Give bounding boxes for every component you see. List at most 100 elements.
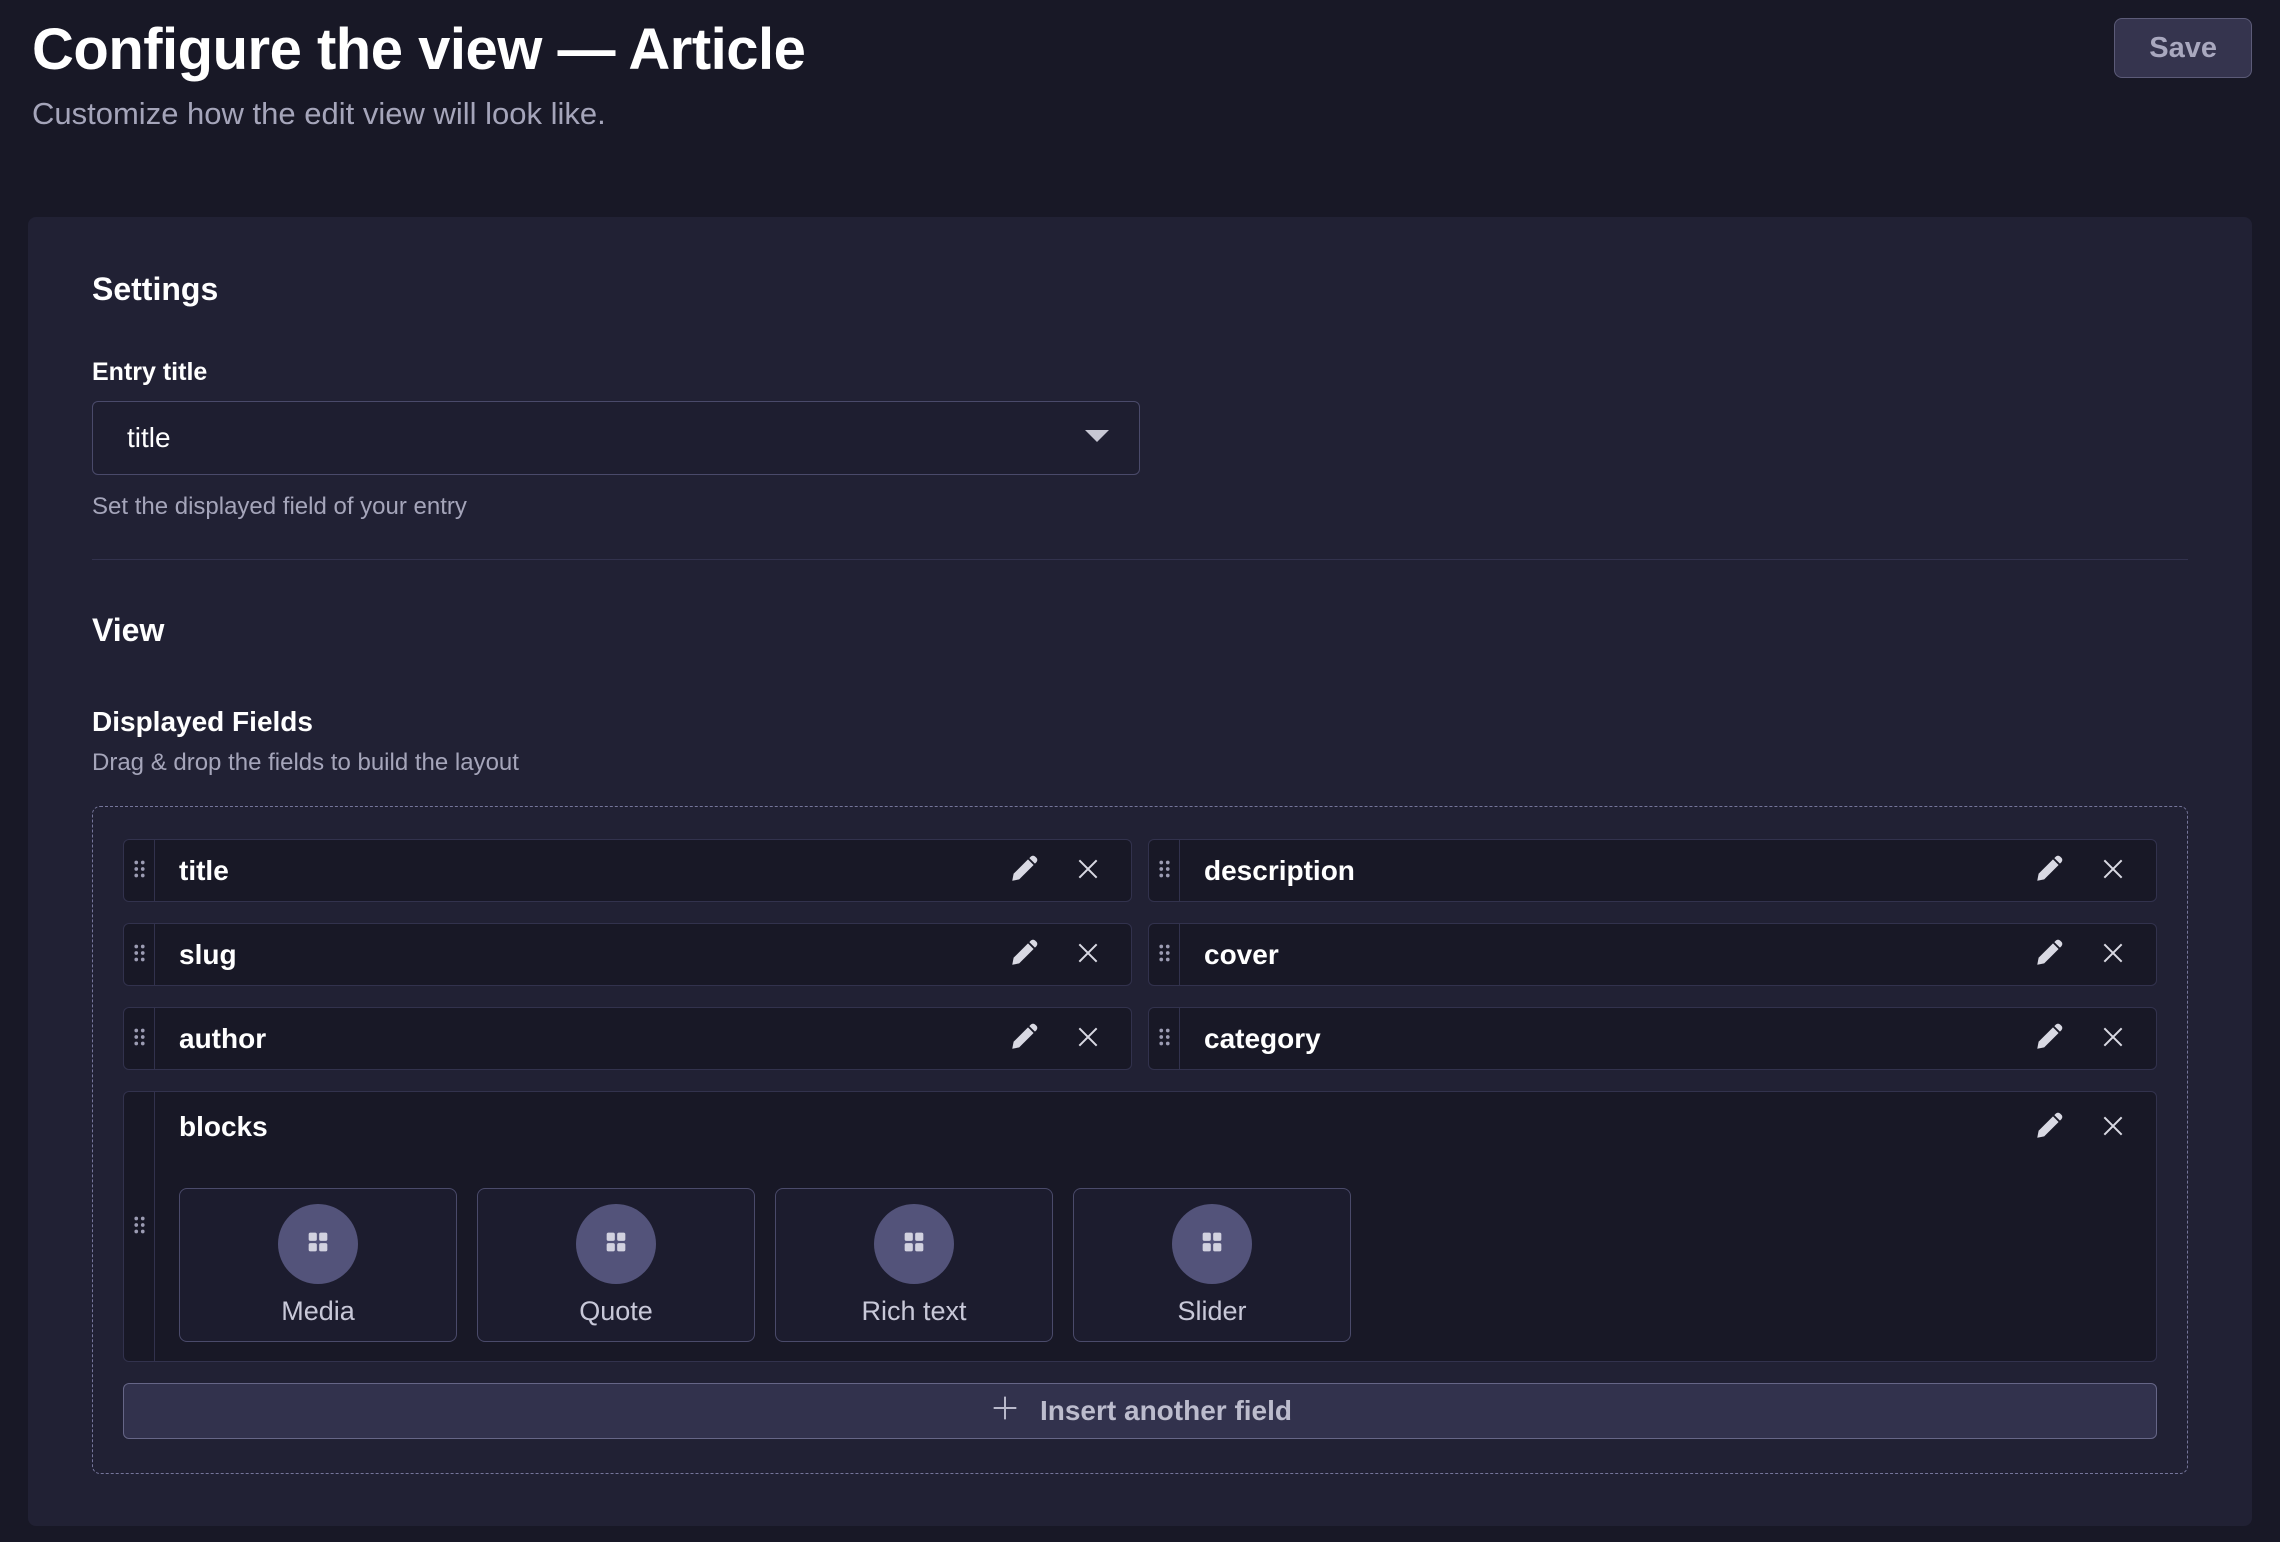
insert-another-field-label: Insert another field bbox=[1040, 1395, 1292, 1427]
drag-dots-icon bbox=[1158, 1026, 1171, 1051]
pencil-icon bbox=[2033, 1110, 2065, 1145]
component-tile-label: Rich text bbox=[861, 1296, 966, 1327]
close-icon bbox=[2097, 1110, 2129, 1145]
drag-dots-icon bbox=[133, 858, 146, 883]
drag-handle[interactable] bbox=[124, 840, 155, 901]
page-subtitle: Customize how the edit view will look li… bbox=[32, 96, 805, 132]
insert-another-field-button[interactable]: Insert another field bbox=[123, 1383, 2157, 1439]
close-icon bbox=[2097, 937, 2129, 972]
field-card: description bbox=[1148, 839, 2157, 902]
close-icon bbox=[1072, 1021, 1104, 1056]
field-name: description bbox=[1204, 855, 2030, 887]
field-actions bbox=[2030, 1008, 2156, 1069]
field-card: title bbox=[123, 839, 1132, 902]
component-tile-label: Media bbox=[281, 1296, 355, 1327]
blocks-content: blocks Media Quote bbox=[155, 1092, 2156, 1361]
drag-handle[interactable] bbox=[1149, 840, 1180, 901]
edit-field-button[interactable] bbox=[2030, 1108, 2068, 1146]
drag-dots-icon bbox=[1158, 858, 1171, 883]
field-actions bbox=[2030, 1108, 2132, 1146]
edit-field-button[interactable] bbox=[1005, 852, 1043, 890]
drag-dots-icon bbox=[133, 1214, 146, 1239]
field-actions bbox=[1005, 1008, 1131, 1069]
entry-title-select-value: title bbox=[127, 422, 171, 454]
component-tile-label: Quote bbox=[579, 1296, 653, 1327]
fields-dropzone: title description bbox=[92, 806, 2188, 1474]
component-tile[interactable]: Quote bbox=[477, 1188, 755, 1342]
settings-heading: Settings bbox=[92, 269, 2188, 309]
edit-field-button[interactable] bbox=[2030, 852, 2068, 890]
entry-title-block: Entry title title Set the displayed fiel… bbox=[92, 357, 2188, 521]
pencil-icon bbox=[1008, 853, 1040, 888]
save-button[interactable]: Save bbox=[2114, 18, 2252, 78]
edit-field-button[interactable] bbox=[1005, 1020, 1043, 1058]
component-tiles: Media Quote Rich text Slider bbox=[179, 1188, 2132, 1342]
field-name: slug bbox=[179, 939, 1005, 971]
component-icon-circle bbox=[278, 1204, 358, 1284]
component-icon-circle bbox=[874, 1204, 954, 1284]
close-icon bbox=[1072, 853, 1104, 888]
component-icon-circle bbox=[576, 1204, 656, 1284]
edit-field-button[interactable] bbox=[1005, 936, 1043, 974]
chevron-down-icon bbox=[1085, 429, 1109, 447]
field-card-blocks: blocks Media Quote bbox=[123, 1091, 2157, 1362]
fields-grid: title description bbox=[123, 839, 2157, 1362]
field-name: blocks bbox=[179, 1111, 2030, 1143]
field-actions bbox=[2030, 924, 2156, 985]
entry-title-select[interactable]: title bbox=[92, 401, 1140, 475]
remove-field-button[interactable] bbox=[2094, 1020, 2132, 1058]
component-tile[interactable]: Media bbox=[179, 1188, 457, 1342]
entry-title-hint: Set the displayed field of your entry bbox=[92, 493, 2188, 521]
edit-field-button[interactable] bbox=[2030, 936, 2068, 974]
field-card: slug bbox=[123, 923, 1132, 986]
drag-dots-icon bbox=[1158, 942, 1171, 967]
field-card: author bbox=[123, 1007, 1132, 1070]
component-tile[interactable]: Slider bbox=[1073, 1188, 1351, 1342]
field-card: cover bbox=[1148, 923, 2157, 986]
blocks-header: blocks bbox=[179, 1108, 2132, 1146]
drag-handle[interactable] bbox=[1149, 1008, 1180, 1069]
remove-field-button[interactable] bbox=[1069, 936, 1107, 974]
remove-field-button[interactable] bbox=[1069, 1020, 1107, 1058]
drag-handle[interactable] bbox=[124, 1092, 155, 1361]
grid-icon bbox=[1198, 1228, 1226, 1259]
remove-field-button[interactable] bbox=[2094, 1108, 2132, 1146]
remove-field-button[interactable] bbox=[1069, 852, 1107, 890]
displayed-fields-label: Displayed Fields bbox=[92, 706, 2188, 738]
remove-field-button[interactable] bbox=[2094, 852, 2132, 890]
field-card: category bbox=[1148, 1007, 2157, 1070]
pencil-icon bbox=[2033, 937, 2065, 972]
pencil-icon bbox=[2033, 853, 2065, 888]
field-name: title bbox=[179, 855, 1005, 887]
grid-icon bbox=[602, 1228, 630, 1259]
remove-field-button[interactable] bbox=[2094, 936, 2132, 974]
drag-handle[interactable] bbox=[124, 1008, 155, 1069]
header-text: Configure the view — Article Customize h… bbox=[32, 18, 805, 132]
page-header: Configure the view — Article Customize h… bbox=[0, 0, 2280, 132]
drag-handle[interactable] bbox=[124, 924, 155, 985]
plus-icon bbox=[988, 1391, 1022, 1432]
grid-icon bbox=[304, 1228, 332, 1259]
field-actions bbox=[2030, 840, 2156, 901]
close-icon bbox=[1072, 937, 1104, 972]
field-actions bbox=[1005, 840, 1131, 901]
pencil-icon bbox=[2033, 1021, 2065, 1056]
view-heading: View bbox=[92, 610, 2188, 650]
section-divider bbox=[92, 559, 2188, 560]
grid-icon bbox=[900, 1228, 928, 1259]
close-icon bbox=[2097, 1021, 2129, 1056]
config-panel: Settings Entry title title Set the displ… bbox=[28, 217, 2252, 1526]
field-name: cover bbox=[1204, 939, 2030, 971]
field-actions bbox=[1005, 924, 1131, 985]
pencil-icon bbox=[1008, 937, 1040, 972]
field-name: author bbox=[179, 1023, 1005, 1055]
page-title: Configure the view — Article bbox=[32, 18, 805, 82]
component-tile[interactable]: Rich text bbox=[775, 1188, 1053, 1342]
drag-handle[interactable] bbox=[1149, 924, 1180, 985]
close-icon bbox=[2097, 853, 2129, 888]
edit-field-button[interactable] bbox=[2030, 1020, 2068, 1058]
drag-dots-icon bbox=[133, 942, 146, 967]
component-icon-circle bbox=[1172, 1204, 1252, 1284]
field-name: category bbox=[1204, 1023, 2030, 1055]
drag-dots-icon bbox=[133, 1026, 146, 1051]
